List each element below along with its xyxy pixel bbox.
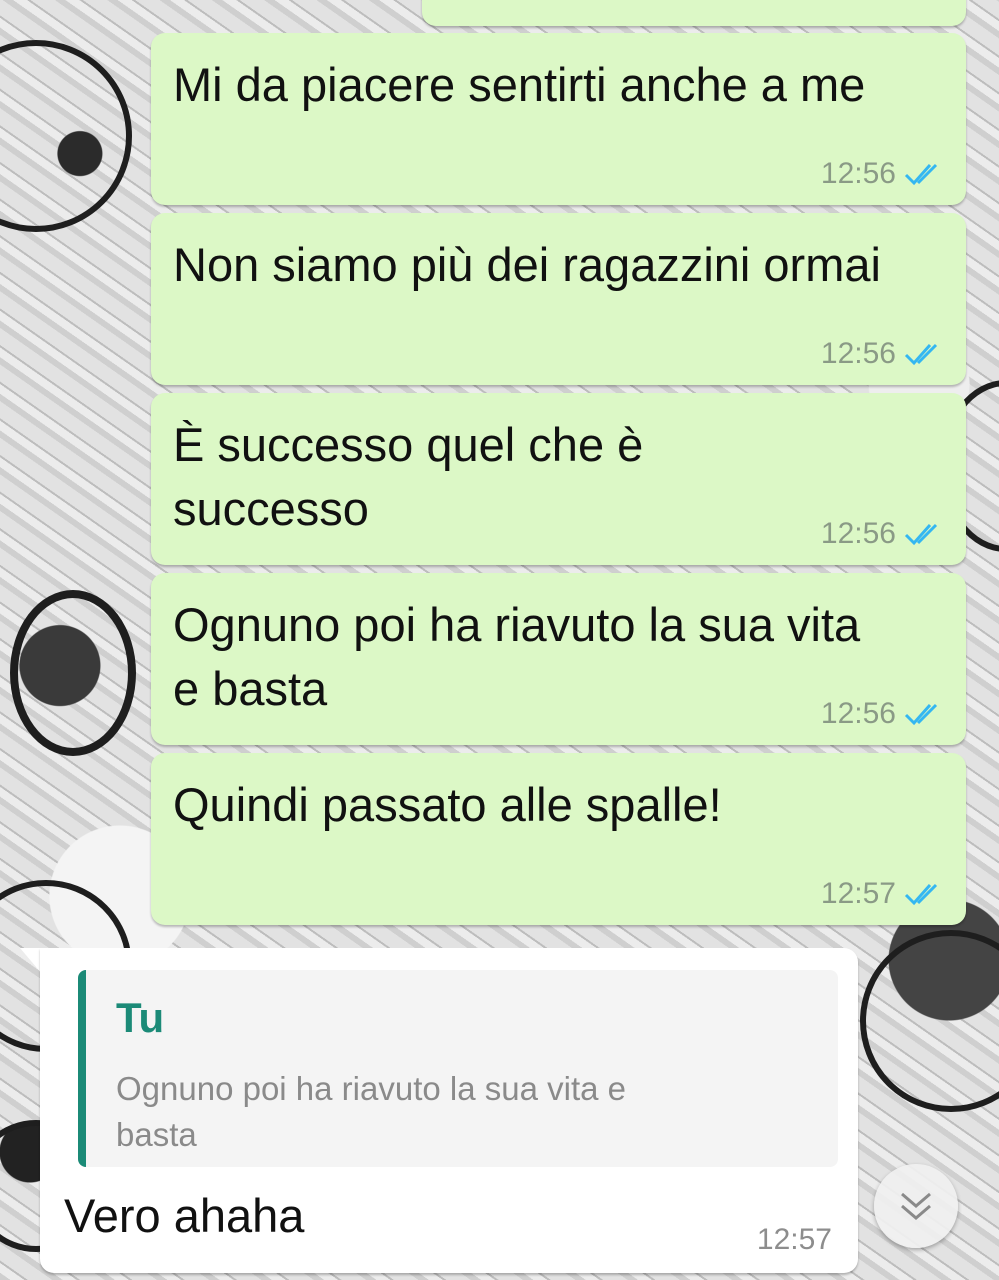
message-meta: 12:56 — [821, 697, 946, 731]
message-text: Quindi passato alle spalle! — [173, 778, 722, 831]
quote-accent-bar — [78, 970, 86, 1167]
outgoing-message[interactable]: Ognuno poi ha riavuto la sua vita e bast… — [151, 573, 966, 745]
message-time: 12:56 — [820, 157, 896, 190]
message-bubble-partial[interactable] — [422, 0, 966, 26]
wallpaper-doodle — [860, 930, 999, 1112]
double-check-icon — [904, 343, 938, 366]
incoming-bubble-tail — [20, 948, 42, 974]
quote-text: Ognuno poi ha riavuto la sua vita e bast… — [116, 1070, 627, 1153]
message-meta: 12:57 — [821, 877, 946, 911]
message-text: Vero ahaha — [64, 1189, 305, 1242]
double-check-icon — [904, 883, 938, 906]
double-check-icon — [904, 523, 938, 546]
outgoing-message[interactable]: Mi da piacere sentirti anche a me 12:56 — [151, 33, 966, 205]
message-time: 12:57 — [820, 877, 896, 910]
message-meta: 12:56 — [821, 337, 946, 371]
message-text: Non siamo più dei ragazzini ormai — [173, 238, 881, 291]
double-check-icon — [904, 703, 938, 726]
message-time: 12:56 — [820, 697, 896, 730]
quote-author: Tu — [116, 994, 165, 1041]
message-time: 12:56 — [820, 337, 896, 370]
quoted-message[interactable]: Tu Ognuno poi ha riavuto la sua vita e b… — [78, 970, 838, 1167]
outgoing-message[interactable]: È successo quel che è successo 12:56 — [151, 393, 966, 565]
outgoing-message[interactable]: Quindi passato alle spalle! 12:57 — [151, 753, 966, 925]
message-time: 12:57 — [756, 1223, 832, 1256]
wallpaper-doodle — [10, 590, 136, 756]
message-text: Mi da piacere sentirti anche a me — [173, 58, 866, 111]
message-meta: 12:56 — [821, 157, 946, 191]
message-text: Ognuno poi ha riavuto la sua vita e bast… — [173, 598, 861, 715]
wallpaper-doodle — [0, 40, 132, 232]
double-chevron-down-icon — [901, 1192, 931, 1220]
outgoing-message[interactable]: Non siamo più dei ragazzini ormai 12:56 — [151, 213, 966, 385]
incoming-message[interactable]: Tu Ognuno poi ha riavuto la sua vita e b… — [40, 948, 858, 1273]
message-meta: 12:56 — [821, 517, 946, 551]
scroll-to-bottom-button[interactable] — [874, 1164, 958, 1248]
double-check-icon — [904, 163, 938, 186]
message-time: 12:56 — [820, 517, 896, 550]
message-text: È successo quel che è successo — [173, 418, 644, 535]
